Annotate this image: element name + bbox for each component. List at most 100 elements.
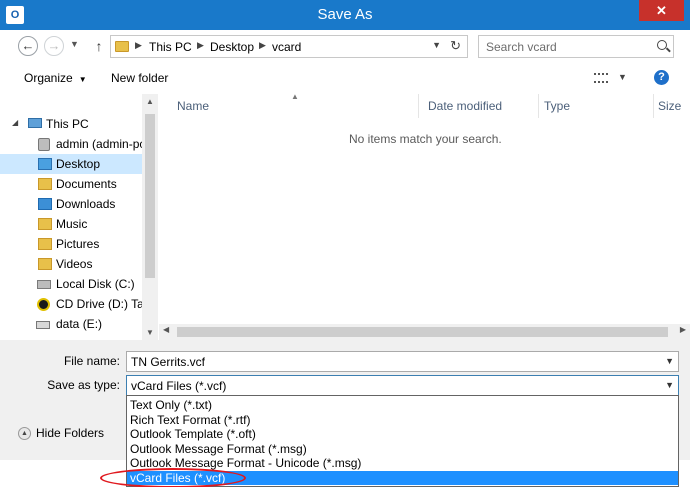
expand-icon[interactable]: ◢: [12, 118, 18, 127]
up-arrow-icon[interactable]: ↑: [91, 36, 107, 56]
nav-item-label: Music: [56, 217, 88, 231]
nav-item-label: This PC: [46, 117, 89, 131]
filename-label: File name:: [63, 354, 120, 368]
downloads-icon: [38, 198, 52, 210]
forward-button[interactable]: →: [44, 36, 64, 56]
file-list-scrollbar[interactable]: ◀ ▶: [159, 324, 690, 340]
nav-item-label: Downloads: [56, 197, 116, 211]
column-header-size[interactable]: Size: [654, 94, 690, 118]
column-label: Size: [658, 99, 682, 113]
scrollbar-thumb[interactable]: [177, 327, 668, 337]
drive-icon: [36, 321, 50, 329]
organize-button[interactable]: Organize ▼: [24, 71, 87, 85]
search-placeholder: Search vcard: [486, 40, 557, 54]
chevron-right-icon[interactable]: ▶: [135, 40, 142, 51]
filename-input[interactable]: TN Gerrits.vcf ▼: [126, 351, 679, 372]
refresh-icon[interactable]: ↻: [450, 38, 461, 54]
dropdown-option-msg[interactable]: Outlook Message Format (*.msg): [127, 442, 678, 457]
nav-item-label: admin (admin-pc): [56, 137, 142, 151]
filename-value: TN Gerrits.vcf: [131, 355, 205, 369]
dropdown-option-oft[interactable]: Outlook Template (*.oft): [127, 427, 678, 442]
navigation-pane: ◢ This PC admin (admin-pc) Desktop Docum…: [0, 94, 158, 340]
back-button[interactable]: ←: [18, 36, 38, 56]
nav-item-label: Documents: [56, 177, 117, 191]
title-bar: O Save As ✕: [0, 0, 690, 30]
chevron-down-icon[interactable]: ▼: [618, 72, 627, 82]
breadcrumb-vcard[interactable]: vcard: [272, 40, 301, 54]
help-icon[interactable]: ?: [654, 70, 669, 85]
column-label: Date modified: [428, 99, 503, 113]
savetype-value: vCard Files (*.vcf): [131, 379, 227, 393]
dropdown-option-msg-unicode[interactable]: Outlook Message Format - Unicode (*.msg): [127, 456, 678, 471]
column-label: Name: [177, 99, 210, 113]
user-icon: [38, 138, 50, 151]
breadcrumb-this-pc[interactable]: This PC: [149, 40, 192, 54]
scroll-left-icon[interactable]: ◀: [163, 325, 169, 334]
nav-item-documents[interactable]: Documents: [0, 174, 142, 194]
desktop-icon: [38, 158, 52, 170]
cd-icon: [37, 298, 50, 311]
view-options-icon[interactable]: [594, 73, 608, 83]
chevron-down-icon[interactable]: ▼: [665, 356, 674, 366]
savetype-select[interactable]: vCard Files (*.vcf) ▼: [126, 375, 679, 396]
new-folder-button[interactable]: New folder: [111, 71, 168, 85]
nav-item-this-pc[interactable]: ◢ This PC: [0, 114, 142, 134]
folder-icon: [115, 41, 129, 52]
nav-item-pictures[interactable]: Pictures: [0, 234, 142, 254]
scrollbar-thumb[interactable]: [145, 114, 155, 278]
breadcrumb-desktop[interactable]: Desktop: [210, 40, 254, 54]
videos-icon: [38, 258, 52, 270]
nav-item-label: CD Drive (D:) Tat: [56, 297, 142, 311]
nav-item-videos[interactable]: Videos: [0, 254, 142, 274]
column-header-type[interactable]: Type: [539, 94, 654, 118]
nav-item-downloads[interactable]: Downloads: [0, 194, 142, 214]
recent-locations-icon[interactable]: ▼: [70, 39, 79, 49]
chevron-down-icon[interactable]: ▼: [432, 40, 441, 50]
hide-folders-button[interactable]: ▲ Hide Folders: [18, 426, 105, 441]
pictures-icon: [38, 238, 52, 250]
nav-item-label: Pictures: [56, 237, 100, 251]
nav-item-label: Videos: [56, 257, 93, 271]
nav-scrollbar[interactable]: ▲ ▼: [142, 94, 158, 340]
address-row: ← → ▼ ↑ ▶ This PC ▶ Desktop ▶ vcard ▼ ↻ …: [0, 30, 690, 62]
nav-item-music[interactable]: Music: [0, 214, 142, 234]
command-bar: Organize ▼ New folder ▼ ?: [0, 62, 690, 94]
empty-message: No items match your search.: [349, 132, 502, 146]
column-header-date-modified[interactable]: Date modified: [419, 94, 539, 118]
chevron-right-icon[interactable]: ▶: [259, 40, 266, 51]
window-title: Save As: [317, 6, 373, 23]
scroll-right-icon[interactable]: ▶: [680, 325, 686, 334]
savetype-label: Save as type:: [47, 378, 120, 392]
dropdown-option-rtf[interactable]: Rich Text Format (*.rtf): [127, 413, 678, 428]
folder-icon: [38, 178, 52, 190]
music-icon: [38, 218, 52, 230]
chevron-down-icon[interactable]: ▼: [665, 380, 674, 390]
nav-item-admin[interactable]: admin (admin-pc): [0, 134, 142, 154]
nav-item-local-disk[interactable]: Local Disk (C:): [0, 274, 142, 294]
nav-item-label: Desktop: [56, 157, 101, 171]
scroll-down-icon[interactable]: ▼: [142, 328, 158, 337]
column-header-name[interactable]: Name ▲: [159, 92, 419, 118]
pc-icon: [28, 118, 42, 128]
nav-item-label: data (E:): [56, 317, 103, 331]
search-icon[interactable]: [657, 40, 667, 50]
nav-item-data[interactable]: data (E:): [0, 314, 142, 334]
chevron-down-icon: ▼: [78, 75, 87, 84]
nav-item-cd-drive[interactable]: CD Drive (D:) Tat: [0, 294, 142, 314]
nav-item-label: Local Disk (C:): [56, 277, 135, 291]
highlight-ellipse: [100, 468, 246, 487]
search-input[interactable]: Search vcard: [478, 35, 674, 58]
chevron-up-icon: ▲: [18, 427, 31, 441]
disk-icon: [37, 280, 51, 289]
nav-item-desktop[interactable]: Desktop: [0, 154, 142, 174]
column-label: Type: [544, 99, 571, 113]
sort-ascending-icon: ▲: [291, 92, 299, 101]
dropdown-option-txt[interactable]: Text Only (*.txt): [127, 398, 678, 413]
scroll-up-icon[interactable]: ▲: [142, 97, 158, 106]
organize-label: Organize: [24, 71, 73, 85]
hide-folders-label: Hide Folders: [36, 426, 105, 440]
chevron-right-icon[interactable]: ▶: [197, 40, 204, 51]
file-list: Name ▲ Date modified Type Size No items …: [159, 92, 690, 340]
address-bar[interactable]: ▶ This PC ▶ Desktop ▶ vcard ▼ ↻: [110, 35, 468, 58]
close-button[interactable]: ✕: [639, 0, 684, 21]
